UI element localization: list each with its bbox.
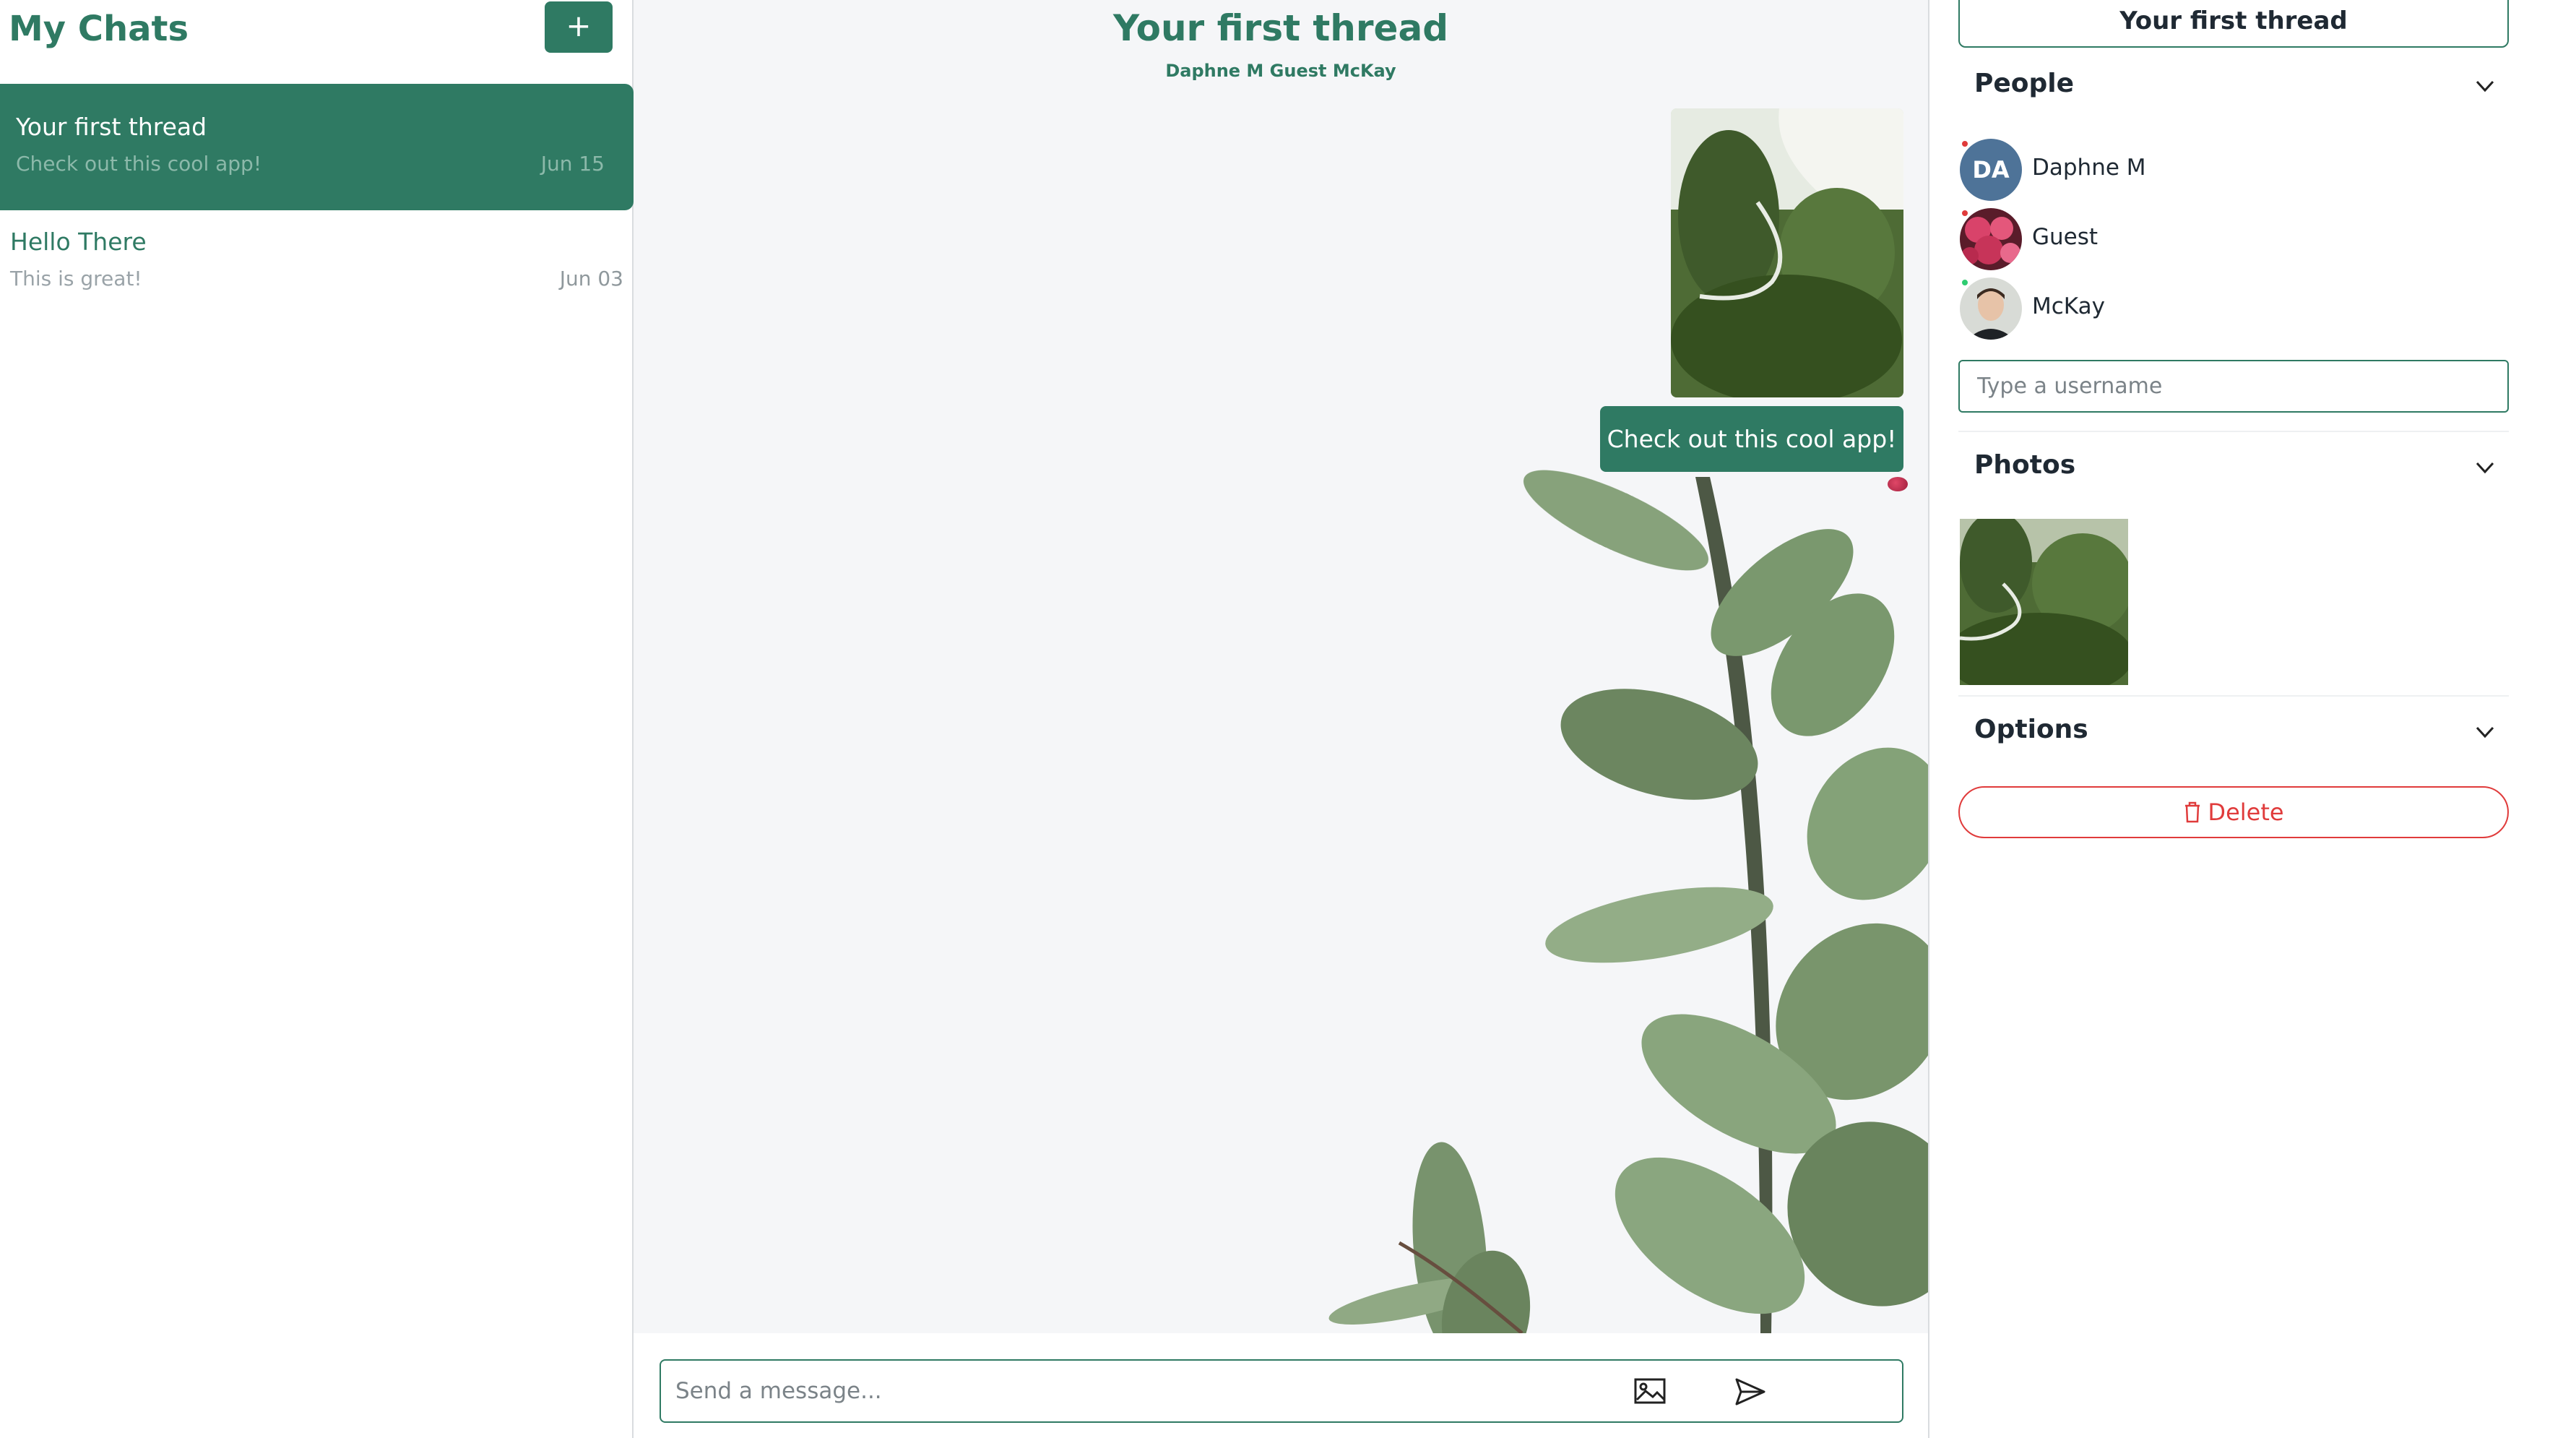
options-header-label: Options — [1974, 715, 2088, 744]
chevron-down-icon — [2476, 80, 2494, 92]
read-receipt-avatar — [1888, 477, 1908, 491]
options-section-header[interactable]: Options — [1974, 708, 2509, 752]
image-upload-button[interactable] — [1633, 1375, 1669, 1408]
thread-members: Daphne M Guest McKay — [1165, 61, 1396, 81]
image-icon — [1634, 1378, 1666, 1404]
avatar — [1960, 277, 2022, 340]
photos-section-header[interactable]: Photos — [1974, 444, 2509, 487]
divider — [1958, 695, 2509, 697]
chat-main: Your first thread Daphne M Guest McKay C… — [634, 0, 1929, 1438]
chevron-down-icon — [2476, 726, 2494, 739]
chat-list: Your first thread Check out this cool ap… — [0, 84, 634, 337]
sidebar-title: My Chats — [9, 9, 189, 49]
people-header-label: People — [1974, 69, 2075, 98]
person-photo-icon — [1960, 277, 2022, 340]
photo-thumbnail[interactable] — [1960, 519, 2128, 685]
garden-photo-icon — [1960, 519, 2128, 685]
people-section-header[interactable]: People — [1974, 62, 2509, 106]
status-indicator — [1961, 140, 1968, 147]
send-button[interactable] — [1732, 1374, 1768, 1410]
thread-title: Your first thread — [1112, 7, 1448, 49]
delete-label: Delete — [2208, 798, 2284, 826]
chat-sidebar: My Chats + Your first thread Check out t… — [0, 0, 634, 1438]
status-indicator — [1961, 210, 1968, 217]
chat-name: Your first thread — [16, 113, 207, 141]
message-input[interactable] — [675, 1371, 1615, 1411]
chat-date: Jun 03 — [559, 267, 623, 290]
avatar — [1960, 208, 2022, 270]
app-window: My Chats + Your first thread Check out t… — [0, 0, 2576, 1438]
delete-button[interactable]: Delete — [1958, 786, 2509, 838]
message-composer — [660, 1359, 1903, 1423]
chat-preview: Check out this cool app! — [16, 152, 262, 176]
send-icon — [1735, 1378, 1765, 1405]
garden-photo-icon — [1671, 108, 1903, 397]
chat-name: Hello There — [10, 228, 147, 256]
sidebar-header: My Chats + — [0, 0, 632, 72]
avatar: DA — [1960, 139, 2022, 201]
photos-header-label: Photos — [1974, 450, 2076, 480]
trash-icon — [2185, 801, 2200, 823]
details-title[interactable]: Your first thread — [1958, 0, 2509, 48]
chat-list-item[interactable]: Hello There This is great! Jun 03 — [0, 210, 634, 337]
divider — [1958, 431, 2509, 432]
status-indicator — [1961, 279, 1968, 286]
message-image[interactable] — [1671, 108, 1903, 397]
thread-details-panel: Your first thread People DA Daphne M Gue… — [1929, 0, 2576, 1438]
message-bubble[interactable]: Check out this cool app! — [1600, 406, 1903, 472]
person-name: Guest — [2032, 224, 2099, 250]
person-name: McKay — [2032, 293, 2105, 319]
new-chat-button[interactable]: + — [545, 1, 613, 53]
person-row[interactable]: McKay — [1960, 277, 2465, 343]
chevron-down-icon — [2476, 462, 2494, 474]
username-input[interactable] — [1958, 360, 2509, 413]
person-row[interactable]: DA Daphne M — [1960, 139, 2465, 204]
chat-date: Jun 15 — [540, 152, 605, 176]
person-row[interactable]: Guest — [1960, 208, 2465, 273]
chat-list-item-active[interactable]: Your first thread Check out this cool ap… — [0, 84, 634, 210]
chat-preview: This is great! — [10, 267, 142, 290]
person-name: Daphne M — [2032, 155, 2146, 181]
flower-photo-icon — [1960, 208, 2022, 270]
